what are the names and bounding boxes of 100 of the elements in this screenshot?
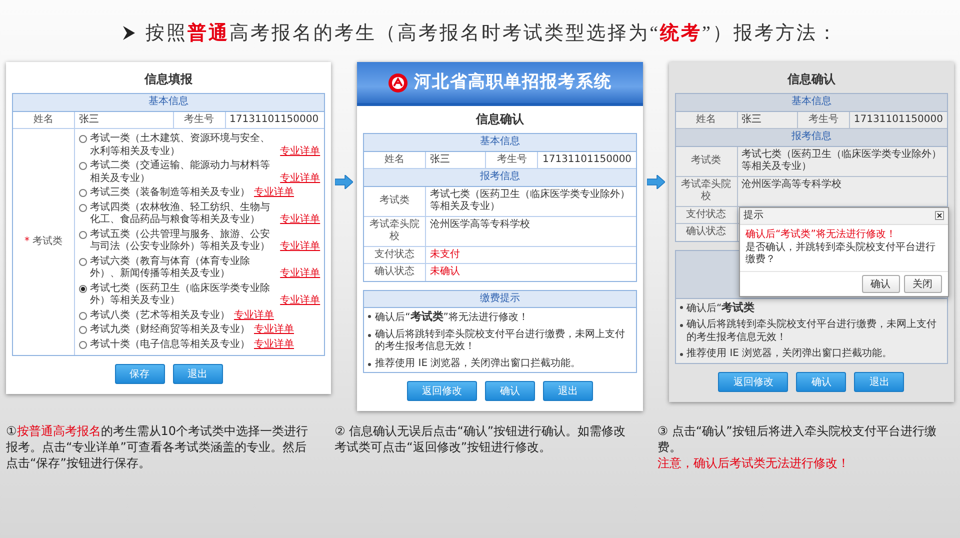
option-label: 考试二类（交通运输、能源动力与材料等相关及专业） [90, 160, 271, 185]
label-cell: 考生号 [798, 112, 850, 128]
label-cell: 确认状态 [676, 224, 738, 240]
detail-link[interactable]: 专业详单 [234, 310, 274, 322]
action-button[interactable]: 确认 [796, 372, 846, 392]
option-label: 考试九类（财经商贸等相关及专业） [90, 324, 250, 336]
detail-link[interactable]: 专业详单 [280, 214, 320, 226]
option-label: 考试一类（土木建筑、资源环境与安全、水利等相关及专业） [90, 133, 271, 158]
label-cell: 考试类 [364, 186, 426, 216]
action-button[interactable]: 退出 [172, 364, 223, 384]
label-cell: 姓名 [13, 112, 75, 128]
logo-icon [388, 72, 408, 92]
detail-link[interactable]: 专业详单 [280, 172, 320, 185]
radio-button[interactable] [79, 230, 87, 238]
site-title: 河北省高职单招报考系统 [414, 72, 612, 94]
caption-text: ③ 点击“确认”按钮后将进入牵头院校支付平台进行缴费。 [657, 423, 938, 456]
page-title: 信息确认 [474, 112, 525, 127]
label-cell: 考生号 [486, 152, 538, 168]
bullet-icon [680, 324, 683, 327]
dialog-title: 提示 [744, 210, 764, 222]
section-header: 报考信息 [676, 129, 947, 146]
option-label: 考试四类（农林牧渔、轻工纺织、生物与化工、食品药品与粮食等相关及专业） [90, 202, 271, 226]
value-cell-text: 未支付 [429, 248, 462, 262]
value-cell-text: 考试七类（医药卫生（临床医学类专业除外）等相关及专业） [740, 148, 943, 174]
value-cell: 张三 [75, 112, 174, 128]
value-cell-text: 17131101150000 [228, 112, 320, 126]
page-title: 信息填报 [143, 72, 194, 87]
action-button[interactable]: 确认 [484, 381, 535, 401]
action-button[interactable]: 退出 [854, 372, 904, 392]
label-cell: 考试牵头院校 [364, 216, 426, 246]
warning-text: 确认后“考试类”将无法进行修改！ [746, 229, 897, 242]
label-cell: 姓名 [364, 152, 426, 168]
radio-button[interactable] [79, 340, 87, 348]
label-cell: 支付状态 [676, 206, 738, 223]
bullet-icon [368, 362, 372, 366]
note-text: 确认后将跳转到牵头院校支付平台进行缴费，未网上支付的考生报考信息无效！ [686, 319, 938, 344]
arrow-icon [335, 175, 354, 189]
action-button[interactable]: 返回修改 [406, 381, 477, 401]
section-header: 基本信息 [676, 94, 947, 112]
radio-button[interactable] [79, 284, 87, 292]
note-text: 确认后“考试类”将无法进行修改！ [375, 310, 528, 324]
option-label: 考试三类（装备制造等相关及专业） [90, 187, 250, 200]
note-text: 推荐使用 IE 浏览器，关闭弹出窗口拦截功能。 [686, 348, 892, 360]
option-label: 考试七类（医药卫生（临床医学类专业除外）等相关及专业） [90, 282, 271, 308]
note-text: 推荐使用 IE 浏览器，关闭弹出窗口拦截功能。 [375, 358, 581, 370]
chevron-icon [122, 25, 136, 41]
caption-text: ② 信息确认无误后点击“确认”按钮进行确认。如需修改考试类可点击“返回修改”按钮进行修改。 [334, 423, 627, 456]
heading-text: 按照普通高考报名的考生（高考报名时考试类型选择为“统考”）报考方法： [146, 21, 838, 46]
close-icon[interactable] [934, 211, 944, 220]
detail-link[interactable]: 专业详单 [280, 295, 320, 308]
section-header: 基本信息 [13, 94, 324, 112]
radio-button[interactable] [79, 162, 87, 170]
bullet-icon [368, 315, 372, 318]
label-cell: 确认状态 [364, 264, 426, 280]
detail-link[interactable]: 专业详单 [254, 324, 294, 336]
bullet-icon [680, 306, 683, 308]
value-cell-text: 17131101150000 [541, 152, 633, 166]
detail-link[interactable]: 专业详单 [280, 268, 320, 280]
radio-button[interactable] [79, 189, 87, 197]
value-cell-text: 沧州医学高等专科学校 [740, 178, 843, 192]
detail-link[interactable]: 专业详单 [280, 241, 320, 254]
page-title: 信息确认 [786, 72, 836, 87]
note-text: 确认后将跳转到牵头院校支付平台进行缴费，未网上支付的考生报考信息无效！ [375, 328, 626, 354]
detail-link[interactable]: 专业详单 [280, 146, 320, 158]
value-cell: 张三 [738, 112, 798, 128]
caption-text: ①按普通高考报名 的考生需从10个考试类中选择一类进行报考。点击“专业详单”可查看各考试类涵盖的专业。然后点击“保存”按钮进行保存。 [6, 423, 309, 472]
value-cell-text: 考试七类（医药卫生（临床医学类专业除外）等相关及专业） [429, 188, 632, 214]
caption-text: 注意，确认后考试类无法进行修改！ [657, 455, 850, 472]
value-cell-text: 沧州医学高等专科学校 [429, 218, 532, 232]
label-cell: 考试牵头院校 [676, 176, 738, 206]
arrow-icon [646, 175, 665, 189]
radio-button[interactable] [79, 204, 87, 212]
required-mark: * [24, 236, 30, 248]
option-label: 考试八类（艺术等相关及专业） [90, 310, 230, 322]
dialog-button[interactable]: 确认 [862, 274, 900, 292]
radio-button[interactable] [79, 135, 87, 143]
dialog-button[interactable]: 关闭 [904, 274, 942, 292]
label-cell: 姓名 [676, 112, 738, 128]
radio-button[interactable] [79, 326, 87, 334]
option-label: 考试六类（教育与体育（体育专业除外）、新闻传播等相关及专业） [90, 256, 251, 280]
section-header: 缴费提示 [364, 290, 636, 308]
radio-button[interactable] [79, 258, 87, 266]
note-text: 确认后“考试类 [686, 300, 755, 315]
label-cell: 考生号 [174, 112, 226, 128]
value-cell-text: 未确认 [429, 264, 462, 279]
section-header: 基本信息 [364, 134, 636, 152]
radio-button[interactable] [79, 312, 87, 320]
option-label: 考试五类（公共管理与服务、旅游、公安与司法（公安专业除外）等相关及专业） [90, 228, 271, 254]
action-button[interactable]: 保存 [114, 364, 165, 384]
section-header: 报考信息 [364, 169, 636, 186]
option-label: 考试十类（电子信息等相关及专业） [90, 338, 250, 351]
action-button[interactable]: 退出 [542, 381, 593, 401]
value-cell: 张三 [426, 152, 486, 168]
detail-link[interactable]: 专业详单 [254, 187, 294, 200]
bullet-icon [680, 353, 683, 356]
question-text: 是否确认，并跳转到牵头院校支付平台进行缴费？ [746, 242, 937, 266]
label-cell: 考试类 [676, 146, 738, 176]
label-cell: 支付状态 [364, 246, 426, 263]
action-button[interactable]: 返回修改 [718, 372, 788, 392]
detail-link[interactable]: 专业详单 [254, 338, 294, 351]
